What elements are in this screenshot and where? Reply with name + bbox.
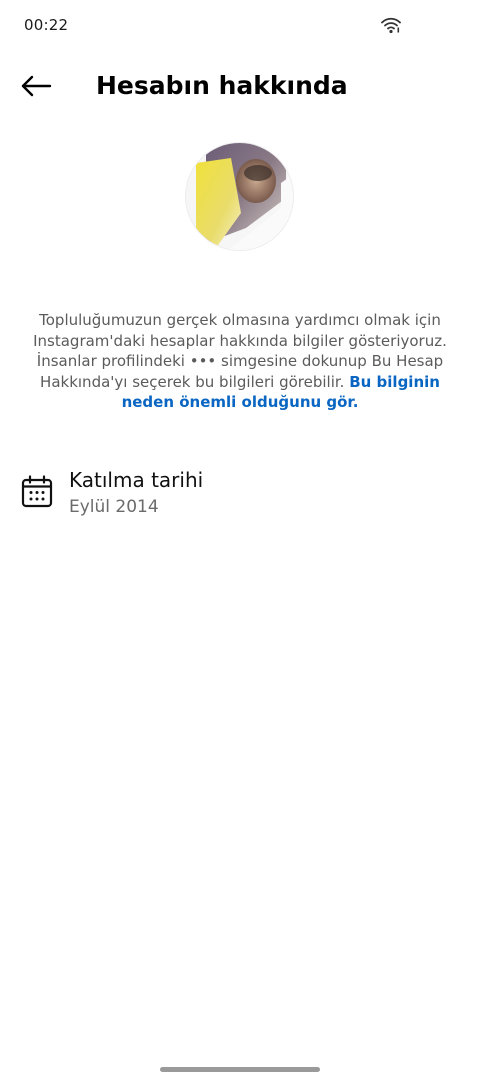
wifi-icon — [380, 16, 402, 34]
status-bar: 00:22 — [0, 0, 479, 52]
home-indicator[interactable] — [160, 1067, 320, 1072]
status-time: 00:22 — [24, 16, 69, 34]
date-joined-value: Eylül 2014 — [69, 497, 159, 517]
avatar — [185, 142, 294, 251]
header: Hesabın hakkında — [0, 60, 479, 112]
info-description: Topluluğumuzun gerçek olmasına yardımcı … — [30, 310, 450, 413]
arrow-left-icon — [20, 74, 52, 102]
back-button[interactable] — [14, 66, 58, 110]
page-title: Hesabın hakkında — [96, 71, 348, 100]
date-joined-row: Katılma tarihi Eylül 2014 — [0, 466, 479, 524]
calendar-icon — [20, 474, 54, 508]
date-joined-label: Katılma tarihi — [69, 468, 204, 492]
profile-photo — [186, 143, 293, 250]
